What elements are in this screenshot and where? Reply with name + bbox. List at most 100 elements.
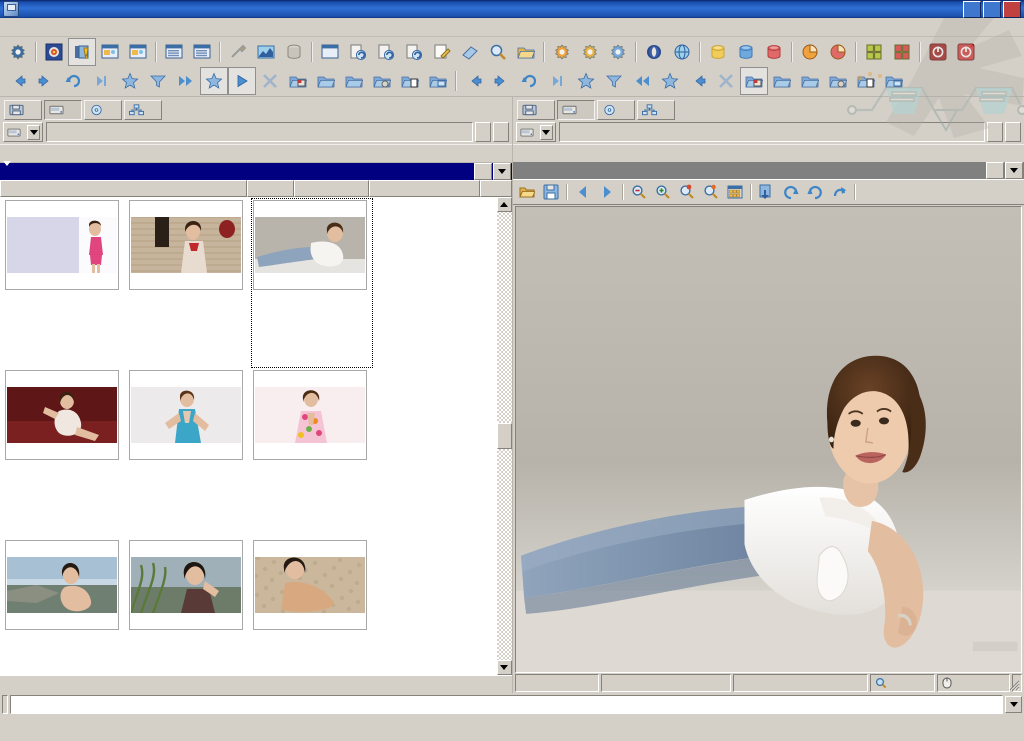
right-tab-header[interactable] — [513, 144, 1024, 162]
left-up-button[interactable] — [493, 122, 509, 142]
prev-image-button[interactable] — [571, 181, 595, 203]
left-path-star-button[interactable] — [474, 163, 492, 180]
folder-image2-button[interactable] — [880, 67, 908, 95]
pie-orange-button[interactable] — [796, 38, 824, 66]
disk-refresh-button[interactable] — [400, 38, 428, 66]
save-button[interactable] — [539, 181, 563, 203]
folder-stack-button[interactable] — [340, 67, 368, 95]
left-arrow2-button[interactable] — [460, 67, 488, 95]
menu-item-power[interactable] — [99, 25, 111, 29]
folder-stack2-button[interactable] — [796, 67, 824, 95]
down-filter2-button[interactable] — [600, 67, 628, 95]
right-path-bar[interactable] — [513, 162, 1024, 179]
menu-item-commands[interactable] — [27, 25, 39, 29]
column-header-name[interactable] — [0, 180, 247, 197]
cylinder-blue-button[interactable] — [732, 38, 760, 66]
folder-flag-button[interactable] — [284, 67, 312, 95]
scroll-down-button[interactable] — [497, 660, 512, 675]
rotate-right-button[interactable] — [803, 181, 827, 203]
right-path-dropdown-button[interactable] — [1005, 162, 1023, 179]
command-input[interactable] — [10, 695, 1003, 714]
cylinder-yellow-button[interactable] — [704, 38, 732, 66]
menu-item-files[interactable] — [3, 25, 15, 29]
close-x-button[interactable] — [256, 67, 284, 95]
folder-split-button[interactable] — [396, 67, 424, 95]
target-button[interactable] — [40, 38, 68, 66]
star-small-button[interactable] — [116, 67, 144, 95]
zoom-reset-button[interactable] — [675, 181, 699, 203]
column-header-attr[interactable] — [480, 180, 511, 197]
folder-flag2-button[interactable] — [740, 67, 768, 95]
window-button[interactable] — [316, 38, 344, 66]
grid-green-button[interactable] — [860, 38, 888, 66]
menu-item-show[interactable] — [51, 25, 63, 29]
open-folder-button[interactable] — [515, 181, 539, 203]
list-window2-button[interactable] — [188, 38, 216, 66]
globe-button[interactable] — [668, 38, 696, 66]
menu-item-tc-up[interactable] — [1000, 25, 1012, 29]
left-path-bar[interactable] — [0, 163, 512, 180]
folder-image-button[interactable] — [424, 67, 452, 95]
scroll-track-bottom[interactable] — [497, 449, 512, 660]
zoom-fit-button[interactable] — [699, 181, 723, 203]
left-path-caret-icon[interactable] — [3, 166, 11, 178]
column-header-date[interactable] — [369, 180, 480, 197]
rotate-left-button[interactable] — [779, 181, 803, 203]
thumbnail-item[interactable] — [128, 199, 248, 367]
rewind-button[interactable] — [628, 67, 656, 95]
step2-button[interactable] — [544, 67, 572, 95]
thumbnail-item[interactable] — [252, 199, 372, 367]
thumbnails-grid-button[interactable] — [723, 181, 747, 203]
scroll-track-top[interactable] — [497, 212, 512, 423]
zoom-out-button[interactable] — [627, 181, 651, 203]
left-drive-button-a[interactable] — [4, 100, 42, 120]
column-header-size[interactable] — [294, 180, 369, 197]
wrench-button[interactable] — [224, 38, 252, 66]
play-button[interactable] — [228, 67, 256, 95]
left-drive-button-d[interactable] — [84, 100, 122, 120]
chart-button[interactable] — [252, 38, 280, 66]
thumbnail-item[interactable] — [4, 539, 124, 675]
drum-button[interactable] — [280, 38, 308, 66]
thumbnail-preview[interactable] — [253, 200, 367, 290]
page-refresh-button[interactable] — [372, 38, 400, 66]
grid-red-button[interactable] — [888, 38, 916, 66]
thumbnail-preview[interactable] — [5, 540, 119, 630]
left-drive-caret-icon[interactable] — [27, 125, 40, 140]
fast-forward-button[interactable] — [172, 67, 200, 95]
left-vertical-scrollbar[interactable] — [496, 197, 512, 675]
folder-blue-button[interactable] — [312, 67, 340, 95]
folder-gear2-button[interactable] — [824, 67, 852, 95]
thumbnail-item[interactable] — [128, 369, 248, 537]
next-image-button[interactable] — [595, 181, 619, 203]
eraser-button[interactable] — [456, 38, 484, 66]
folder-open-button[interactable] — [512, 38, 540, 66]
power-red-button[interactable] — [952, 38, 980, 66]
gear-orange-button[interactable] — [548, 38, 576, 66]
menu-item-configuration[interactable] — [159, 25, 171, 29]
menu-item-help[interactable] — [1012, 25, 1024, 29]
thumbnail-item[interactable] — [252, 369, 372, 537]
close-button[interactable] — [1003, 1, 1021, 18]
left-path-dropdown-button[interactable] — [493, 163, 511, 180]
menu-item-start[interactable] — [171, 25, 183, 29]
zoom-in-button[interactable] — [651, 181, 675, 203]
thumbnail-preview[interactable] — [253, 540, 367, 630]
thumbnail-preview[interactable] — [5, 370, 119, 460]
left-root-button[interactable] — [475, 122, 491, 142]
cylinder-red-button[interactable] — [760, 38, 788, 66]
menu-item-tools[interactable] — [123, 25, 135, 29]
star-small2-button[interactable] — [572, 67, 600, 95]
edit-pencil-button[interactable] — [428, 38, 456, 66]
menu-item-net[interactable] — [39, 25, 51, 29]
right-drive-button-network[interactable] — [637, 100, 675, 120]
maximize-button[interactable] — [983, 1, 1001, 18]
minimize-button[interactable] — [963, 1, 981, 18]
scroll-up-button[interactable] — [497, 197, 512, 212]
thumbnail-preview[interactable] — [129, 370, 243, 460]
right-drive-button-d[interactable] — [597, 100, 635, 120]
pie-red-button[interactable] — [824, 38, 852, 66]
command-history-dropdown[interactable] — [1005, 696, 1022, 713]
menu-item-plugins[interactable] — [111, 25, 123, 29]
resize-grip-icon[interactable] — [1008, 679, 1020, 691]
